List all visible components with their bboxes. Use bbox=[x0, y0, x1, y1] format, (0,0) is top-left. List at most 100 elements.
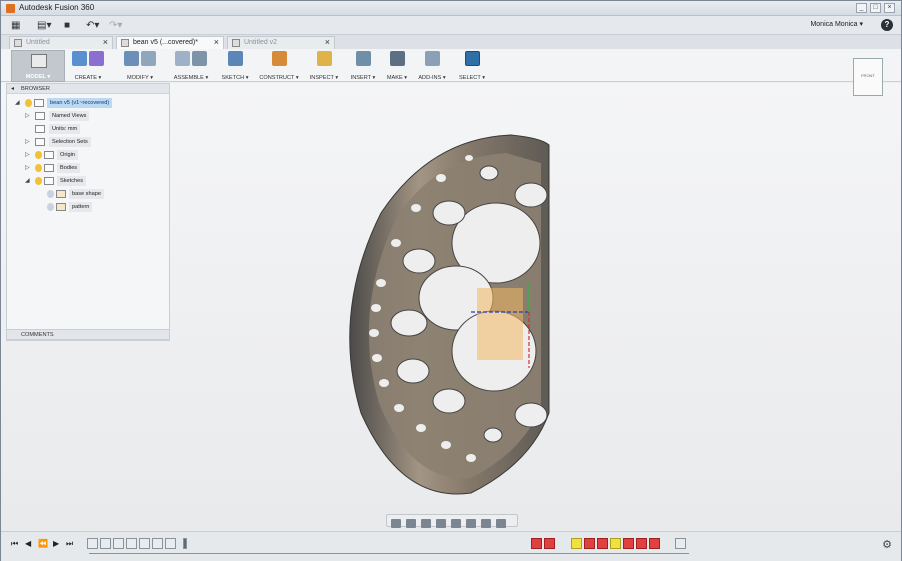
folder-icon bbox=[44, 151, 54, 159]
user-menu[interactable]: Monica Monica ▾ bbox=[810, 20, 863, 28]
go-to-start-button[interactable]: ⏮ bbox=[11, 539, 18, 549]
document-icon bbox=[121, 39, 129, 47]
timeline-feature-icon[interactable] bbox=[571, 538, 582, 549]
visibility-bulb-icon[interactable] bbox=[35, 151, 42, 159]
timeline-feature-icon[interactable] bbox=[623, 538, 634, 549]
expand-icon[interactable]: ▷ bbox=[25, 111, 33, 122]
visibility-bulb-icon[interactable] bbox=[35, 164, 42, 172]
viewcube[interactable]: FRONT bbox=[853, 58, 883, 96]
form-icon bbox=[89, 51, 104, 66]
look-at-icon[interactable] bbox=[406, 519, 416, 528]
redo-icon[interactable]: ↷▾ bbox=[109, 19, 122, 32]
fusion-logo-icon bbox=[6, 4, 15, 13]
document-tabs: Untitled × bean v5 (...covered)* × Untit… bbox=[1, 35, 901, 81]
node-label: Bodies bbox=[57, 163, 81, 173]
visibility-bulb-icon[interactable] bbox=[47, 190, 54, 198]
timeline-feature-icon[interactable] bbox=[544, 538, 555, 549]
expand-icon[interactable]: ◢ bbox=[25, 176, 33, 187]
timeline-feature-icon[interactable] bbox=[531, 538, 542, 549]
timeline-feature-icon[interactable] bbox=[126, 538, 137, 549]
close-icon[interactable]: × bbox=[325, 37, 330, 48]
quick-access-toolbar: ▦ ▤▾ ■ ↶▾ ↷▾ Monica Monica ▾ ? bbox=[1, 16, 901, 35]
zoom-icon[interactable] bbox=[436, 519, 446, 528]
expand-icon[interactable]: ▷ bbox=[25, 137, 33, 148]
visibility-bulb-icon[interactable] bbox=[35, 177, 42, 185]
document-icon bbox=[14, 39, 22, 47]
select-menu[interactable]: SELECT ▾ bbox=[456, 51, 488, 81]
document-icon bbox=[34, 99, 44, 107]
joint-icon bbox=[192, 51, 207, 66]
timeline-feature-icon[interactable] bbox=[152, 538, 163, 549]
insert-menu[interactable]: INSERT ▾ bbox=[347, 51, 379, 81]
rewind-button[interactable]: ⏪ bbox=[38, 539, 48, 548]
timeline-feature-icon[interactable] bbox=[675, 538, 686, 549]
expand-icon[interactable]: ▷ bbox=[25, 163, 33, 174]
workspace-switcher[interactable]: MODEL ▾ bbox=[11, 50, 65, 82]
inspect-menu[interactable]: INSPECT ▾ bbox=[307, 51, 341, 81]
fit-icon[interactable] bbox=[451, 519, 461, 528]
timeline-feature-icon[interactable] bbox=[597, 538, 608, 549]
close-icon[interactable]: × bbox=[214, 37, 219, 48]
construct-menu[interactable]: CONSTRUCT ▾ bbox=[257, 51, 301, 81]
comments-label: COMMENTS bbox=[21, 332, 54, 338]
expand-icon[interactable]: ▷ bbox=[25, 150, 33, 161]
save-icon[interactable]: ■ bbox=[64, 19, 70, 32]
timeline-feature-icon[interactable] bbox=[87, 538, 98, 549]
model-workspace-icon bbox=[31, 54, 47, 68]
go-to-end-button[interactable]: ⏭ bbox=[66, 539, 73, 549]
expand-icon[interactable]: ◢ bbox=[15, 98, 23, 109]
timeline-feature-icon[interactable] bbox=[165, 538, 176, 549]
visibility-bulb-icon[interactable] bbox=[25, 99, 32, 107]
grid-icon[interactable]: ▦ bbox=[11, 19, 20, 32]
add-ins-menu[interactable]: ADD-INS ▾ bbox=[415, 51, 449, 81]
press-pull-icon bbox=[124, 51, 139, 66]
visibility-bulb-icon[interactable] bbox=[47, 203, 54, 211]
create-menu[interactable]: CREATE ▾ bbox=[67, 51, 109, 81]
units-icon bbox=[35, 125, 45, 133]
gear-icon[interactable]: ⚙ bbox=[882, 538, 892, 551]
tab-untitled[interactable]: Untitled × bbox=[9, 36, 113, 49]
node-label: Origin bbox=[57, 150, 78, 160]
display-settings-icon[interactable] bbox=[466, 519, 476, 528]
timeline-track bbox=[89, 553, 689, 554]
sketch-icon bbox=[56, 190, 66, 198]
play-button[interactable]: ▶ bbox=[53, 539, 59, 548]
timeline-feature-icon[interactable] bbox=[610, 538, 621, 549]
make-menu[interactable]: MAKE ▾ bbox=[383, 51, 411, 81]
timeline-feature-icon[interactable] bbox=[139, 538, 150, 549]
tab-bean-v5[interactable]: bean v5 (...covered)* × bbox=[116, 36, 224, 49]
select-label: SELECT ▾ bbox=[458, 75, 486, 81]
component-icon bbox=[175, 51, 190, 66]
viewports-icon[interactable] bbox=[496, 519, 506, 528]
modify-menu[interactable]: MODIFY ▾ bbox=[117, 51, 163, 81]
timeline-feature-icon[interactable] bbox=[113, 538, 124, 549]
step-back-button[interactable]: ◀ bbox=[25, 539, 31, 548]
node-label: Sketches bbox=[57, 176, 87, 186]
orbit-icon[interactable] bbox=[391, 519, 401, 528]
help-icon[interactable]: ? bbox=[881, 19, 893, 31]
timeline-feature-icon[interactable] bbox=[584, 538, 595, 549]
minimize-button[interactable]: _ bbox=[856, 3, 867, 13]
assemble-menu[interactable]: ASSEMBLE ▾ bbox=[169, 51, 213, 81]
grid-settings-icon[interactable] bbox=[481, 519, 491, 528]
inspect-label: INSPECT ▾ bbox=[309, 75, 339, 81]
pan-icon[interactable] bbox=[421, 519, 431, 528]
folder-icon bbox=[44, 164, 54, 172]
node-label: Selection Sets bbox=[49, 137, 91, 147]
sketch-menu[interactable]: SKETCH ▾ bbox=[219, 51, 251, 81]
timeline-marker[interactable] bbox=[183, 538, 187, 549]
timeline-feature-icon[interactable] bbox=[649, 538, 660, 549]
close-window-button[interactable]: × bbox=[884, 3, 895, 13]
tab-untitled-v2[interactable]: Untitled v2 × bbox=[227, 36, 335, 49]
maximize-button[interactable]: □ bbox=[870, 3, 881, 13]
undo-icon[interactable]: ↶▾ bbox=[86, 19, 99, 32]
file-icon[interactable]: ▤▾ bbox=[37, 19, 51, 32]
folder-icon bbox=[35, 112, 45, 120]
timeline-feature-icon[interactable] bbox=[100, 538, 111, 549]
close-icon[interactable]: × bbox=[103, 37, 108, 48]
browser-header[interactable]: ◂ BROWSER bbox=[7, 84, 169, 94]
timeline-feature-icon[interactable] bbox=[636, 538, 647, 549]
comments-panel-header[interactable]: COMMENTS bbox=[6, 329, 170, 340]
toolbar-ribbon: CREATE ▾ MODIFY ▾ ASSEMBLE ▾ SKETCH ▾ CO… bbox=[1, 49, 901, 82]
sketch-label: SKETCH ▾ bbox=[221, 75, 249, 81]
